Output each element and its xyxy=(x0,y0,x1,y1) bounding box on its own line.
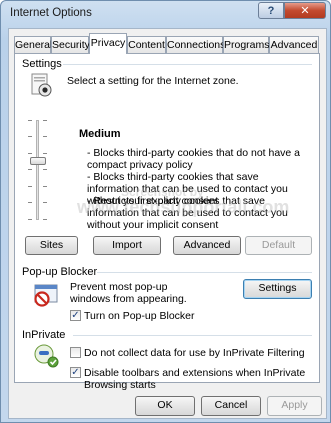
tab-privacy[interactable]: Privacy xyxy=(89,33,127,54)
slider-tick xyxy=(28,219,32,220)
popup-blocker-group-label: Pop-up Blocker xyxy=(22,266,98,278)
title-bar: Internet Options ? ✕ xyxy=(1,1,330,23)
help-button[interactable]: ? xyxy=(258,2,284,19)
no-collect-data-label: Do not collect data for use by InPrivate… xyxy=(84,347,305,359)
advanced-button[interactable]: Advanced xyxy=(173,236,241,255)
slider-tick xyxy=(28,136,32,137)
default-button[interactable]: Default xyxy=(245,236,312,255)
slider-tick xyxy=(43,136,47,137)
slider-tick xyxy=(43,186,47,187)
inprivate-group-label: InPrivate xyxy=(22,329,66,341)
tab-strip: General Security Privacy Content Connect… xyxy=(14,33,322,55)
group-divider xyxy=(97,272,312,273)
group-divider xyxy=(63,64,312,65)
slider-tick xyxy=(28,120,32,121)
slider-tick xyxy=(43,219,47,220)
eye-privacy-icon xyxy=(31,73,52,97)
turn-on-popup-blocker-checkbox[interactable]: ✓ xyxy=(70,310,81,321)
disable-toolbars-checkbox[interactable]: ✓ xyxy=(70,367,81,378)
tab-connections[interactable]: Connections xyxy=(166,36,225,53)
apply-button[interactable]: Apply xyxy=(267,396,322,416)
close-icon: ✕ xyxy=(300,5,310,17)
privacy-bullet: - Blocks third-party cookies that do not… xyxy=(87,147,301,171)
internet-options-window: Internet Options ? ✕ General Security Pr… xyxy=(0,0,331,423)
tab-content[interactable]: Content xyxy=(127,36,166,53)
slider-tick xyxy=(28,169,32,170)
privacy-level-slider-thumb[interactable] xyxy=(30,157,46,165)
popup-settings-button[interactable]: Settings xyxy=(243,279,312,299)
slider-tick xyxy=(28,202,32,203)
sites-button[interactable]: Sites xyxy=(25,236,78,255)
slider-tick xyxy=(28,186,32,187)
no-collect-data-checkbox[interactable] xyxy=(70,347,81,358)
popup-description: Prevent most pop-up windows from appeari… xyxy=(70,281,187,305)
slider-tick xyxy=(43,153,47,154)
slider-tick xyxy=(43,120,47,121)
settings-group-label: Settings xyxy=(22,58,62,70)
zone-instruction: Select a setting for the Internet zone. xyxy=(67,75,239,87)
privacy-tab-page: Settings Select a setting for the Intern… xyxy=(14,53,320,391)
turn-on-popup-blocker-label: Turn on Pop-up Blocker xyxy=(84,310,195,322)
tab-general[interactable]: General xyxy=(14,36,52,53)
slider-tick xyxy=(43,169,47,170)
tab-advanced[interactable]: Advanced xyxy=(269,36,319,53)
window-title: Internet Options xyxy=(10,7,92,19)
checkmark-icon: ✓ xyxy=(71,310,80,321)
privacy-level-name: Medium xyxy=(79,128,121,140)
inprivate-icon xyxy=(34,344,59,368)
checkmark-icon: ✓ xyxy=(71,367,80,378)
privacy-bullet: - Restricts first-party cookies that sav… xyxy=(87,195,288,231)
tab-programs[interactable]: Programs xyxy=(223,36,270,53)
import-button[interactable]: Import xyxy=(93,236,161,255)
close-button[interactable]: ✕ xyxy=(284,2,326,19)
slider-tick xyxy=(43,202,47,203)
ok-button[interactable]: OK xyxy=(135,396,195,416)
tab-security[interactable]: Security xyxy=(51,36,90,53)
privacy-level-slider-track[interactable] xyxy=(36,120,39,220)
group-divider xyxy=(73,335,312,336)
disable-toolbars-label: Disable toolbars and extensions when InP… xyxy=(84,367,306,391)
cancel-button[interactable]: Cancel xyxy=(201,396,261,416)
no-popup-icon xyxy=(34,284,58,307)
slider-tick xyxy=(28,153,32,154)
dialog-body: General Security Privacy Content Connect… xyxy=(8,28,327,419)
